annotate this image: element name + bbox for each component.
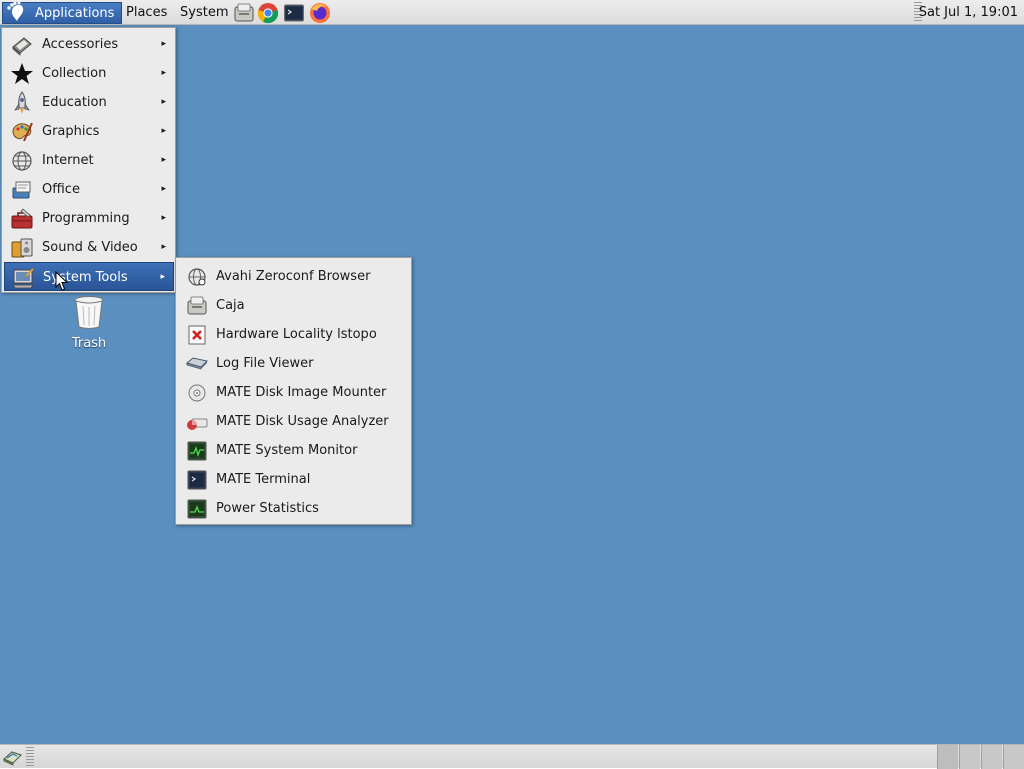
menu-item-graphics[interactable]: Graphics ▸ [4, 117, 174, 146]
accessories-icon [12, 37, 32, 56]
trash-desktop-icon[interactable]: Trash [60, 294, 118, 356]
menu-item-label: Sound & Video [42, 240, 138, 255]
submenu-arrow-icon: ▸ [160, 272, 165, 282]
menu-item-label: Programming [42, 211, 130, 226]
submenu-arrow-icon: ▸ [161, 242, 166, 252]
submenu-item-label: Hardware Locality lstopo [216, 327, 377, 342]
menu-item-system-tools[interactable]: System Tools ▸ [4, 262, 174, 291]
submenu-item-label: Caja [216, 298, 245, 313]
firefox-launcher-icon[interactable] [309, 2, 331, 24]
submenu-item-label: MATE Terminal [216, 472, 311, 487]
menu-item-education[interactable]: Education ▸ [4, 88, 174, 117]
system-tools-icon [12, 268, 34, 289]
power-statistics-icon [187, 499, 207, 519]
menu-item-sound-video[interactable]: Sound & Video ▸ [4, 233, 174, 262]
rocket-icon [14, 91, 30, 114]
submenu-arrow-icon: ▸ [161, 155, 166, 165]
submenu-item-power-statistics[interactable]: Power Statistics [178, 494, 409, 523]
submenu-item-label: Avahi Zeroconf Browser [216, 269, 371, 284]
star-icon [11, 63, 33, 84]
submenu-item-label: Power Statistics [216, 501, 319, 516]
network-browser-icon [188, 268, 206, 286]
submenu-item-label: MATE System Monitor [216, 443, 358, 458]
disk-usage-icon [187, 418, 208, 430]
submenu-item-avahi[interactable]: Avahi Zeroconf Browser [178, 262, 409, 291]
submenu-item-disk-image-mounter[interactable]: MATE Disk Image Mounter [178, 378, 409, 407]
log-viewer-icon [186, 357, 208, 370]
palette-icon [12, 122, 33, 142]
menu-item-label: Collection [42, 66, 107, 81]
disc-icon [188, 384, 206, 402]
system-menu[interactable]: System [173, 2, 235, 24]
trash-icon [74, 296, 104, 329]
desktop[interactable]: Applications Places System Sat Jul 1, 19… [0, 0, 1024, 769]
submenu-item-label: MATE Disk Image Mounter [216, 385, 387, 400]
system-monitor-icon [187, 441, 207, 461]
submenu-item-disk-usage-analyzer[interactable]: MATE Disk Usage Analyzer [178, 407, 409, 436]
mouse-pointer-icon [55, 271, 68, 291]
menu-item-collection[interactable]: Collection ▸ [4, 59, 174, 88]
submenu-arrow-icon: ▸ [161, 184, 166, 194]
submenu-item-caja[interactable]: Caja [178, 291, 409, 320]
applications-dropdown: Accessories ▸ Collection ▸ Education ▸ G… [1, 27, 176, 293]
globe-icon [12, 151, 32, 171]
places-menu[interactable]: Places [119, 2, 174, 24]
submenu-item-label: Log File Viewer [216, 356, 314, 371]
applications-menu-label: Applications [35, 6, 115, 21]
foot-logo-icon [7, 1, 24, 22]
bottom-panel-handle[interactable] [26, 747, 34, 766]
submenu-arrow-icon: ▸ [161, 213, 166, 223]
submenu-arrow-icon: ▸ [161, 126, 166, 136]
menu-item-programming[interactable]: Programming ▸ [4, 204, 174, 233]
menu-item-office[interactable]: Office ▸ [4, 175, 174, 204]
submenu-arrow-icon: ▸ [161, 97, 166, 107]
submenu-item-label: MATE Disk Usage Analyzer [216, 414, 389, 429]
file-manager-icon [187, 296, 207, 315]
menu-item-label: Accessories [42, 37, 119, 52]
submenu-item-log-viewer[interactable]: Log File Viewer [178, 349, 409, 378]
show-desktop-icon[interactable] [2, 747, 24, 767]
system-menu-label: System [180, 5, 229, 20]
file-manager-launcher-icon[interactable] [233, 2, 255, 24]
submenu-item-terminal[interactable]: MATE Terminal [178, 465, 409, 494]
office-icon [12, 181, 31, 199]
terminal-launcher-icon[interactable] [283, 2, 305, 24]
workspace-1[interactable] [937, 745, 958, 769]
menu-item-label: Internet [42, 153, 94, 168]
multimedia-icon [11, 238, 33, 258]
clock[interactable]: Sat Jul 1, 19:01 [919, 2, 1018, 24]
workspace-3[interactable] [981, 745, 1002, 769]
submenu-item-system-monitor[interactable]: MATE System Monitor [178, 436, 409, 465]
top-panel: Applications Places System Sat Jul 1, 19… [0, 0, 1024, 25]
workspace-2[interactable] [959, 745, 980, 769]
system-tools-submenu: Avahi Zeroconf Browser Caja Hardware Loc… [175, 257, 412, 525]
hwloc-icon [188, 325, 206, 345]
menu-item-label: Graphics [42, 124, 100, 139]
chrome-launcher-icon[interactable] [257, 2, 279, 24]
menu-item-internet[interactable]: Internet ▸ [4, 146, 174, 175]
menu-item-accessories[interactable]: Accessories ▸ [4, 30, 174, 59]
trash-label: Trash [71, 336, 107, 351]
bottom-panel [0, 744, 1024, 769]
submenu-arrow-icon: ▸ [161, 68, 166, 78]
submenu-item-lstopo[interactable]: Hardware Locality lstopo [178, 320, 409, 349]
workspace-4[interactable] [1003, 745, 1024, 769]
terminal-icon [187, 470, 207, 490]
menu-item-label: Office [42, 182, 80, 197]
submenu-arrow-icon: ▸ [161, 39, 166, 49]
menu-item-label: Education [42, 95, 107, 110]
places-menu-label: Places [126, 5, 168, 20]
toolbox-icon [11, 208, 33, 229]
